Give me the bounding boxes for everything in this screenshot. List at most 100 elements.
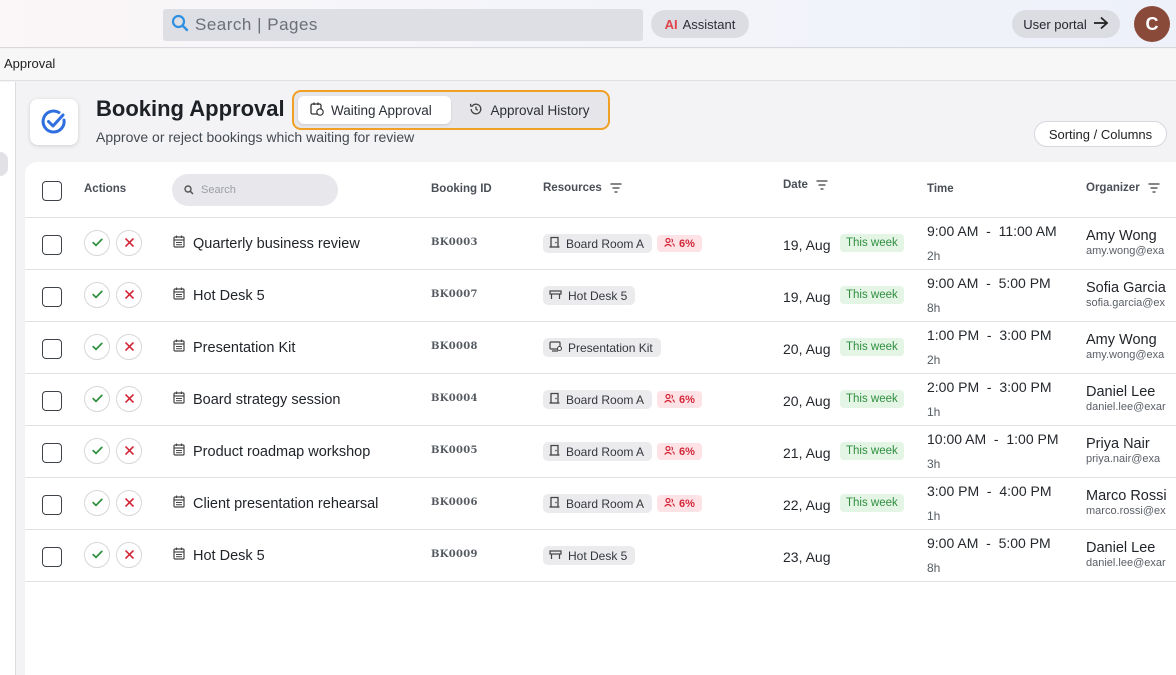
filter-icon[interactable]	[816, 180, 828, 190]
resource-chip[interactable]: Hot Desk 5	[543, 286, 636, 305]
approve-button[interactable]	[84, 282, 110, 308]
breadcrumb-item-approval[interactable]: Approval	[4, 56, 55, 71]
booking-name[interactable]: Product roadmap workshop	[173, 443, 370, 460]
row-checkbox[interactable]	[42, 339, 62, 359]
booking-name[interactable]: Quarterly business review	[173, 235, 360, 252]
organizer-email: amy.wong@exa	[1086, 349, 1165, 361]
desk-icon	[549, 549, 562, 563]
row-checkbox[interactable]	[42, 235, 62, 255]
resource-chip[interactable]: Presentation Kit	[543, 338, 661, 357]
booking-time: 9:00 AM - 5:00 PM	[927, 535, 1051, 551]
approval-tabs: Waiting Approval Approval History	[292, 90, 610, 130]
global-search-input[interactable]: Search | Pages	[163, 9, 643, 41]
resource-name: Board Room A	[566, 392, 645, 407]
resource-chip[interactable]: Board Room A	[543, 390, 653, 409]
approve-button[interactable]	[84, 542, 110, 568]
booking-date: 19, Aug	[783, 237, 831, 253]
column-date[interactable]: Date	[783, 179, 828, 191]
people-icon	[664, 445, 675, 458]
table-search-input[interactable]: Search	[172, 174, 338, 206]
select-all-checkbox[interactable]	[42, 181, 62, 201]
approve-button[interactable]	[84, 438, 110, 464]
row-checkbox[interactable]	[42, 391, 62, 411]
check-icon	[91, 286, 103, 304]
table-row[interactable]: Client presentation rehearsal BK0006 Boa…	[25, 478, 1176, 530]
resource-name: Board Room A	[566, 444, 645, 459]
assistant-label: Assistant	[682, 16, 736, 32]
approve-button[interactable]	[84, 386, 110, 412]
resource-chip[interactable]: Board Room A	[543, 442, 653, 461]
column-organizer[interactable]: Organizer	[1086, 182, 1160, 194]
table-row[interactable]: Quarterly business review BK0003 Board R…	[25, 218, 1176, 270]
booking-time: 9:00 AM - 11:00 AM	[927, 223, 1057, 239]
approve-button[interactable]	[84, 334, 110, 360]
approve-button[interactable]	[84, 490, 110, 516]
occupancy-value: 6%	[679, 393, 695, 406]
column-time[interactable]: Time	[927, 183, 954, 195]
row-checkbox[interactable]	[42, 547, 62, 567]
organizer-email: amy.wong@exa	[1086, 245, 1165, 257]
calendar-icon	[173, 287, 185, 304]
row-checkbox[interactable]	[42, 495, 62, 515]
approve-button[interactable]	[84, 230, 110, 256]
booking-duration: 3h	[927, 457, 941, 471]
booking-time: 3:00 PM - 4:00 PM	[927, 483, 1052, 499]
reject-button[interactable]	[116, 542, 142, 568]
bookings-table: Actions Search Booking ID Resources Date…	[25, 162, 1176, 675]
filter-icon[interactable]	[610, 183, 622, 193]
booking-name[interactable]: Hot Desk 5	[173, 287, 265, 304]
reject-button[interactable]	[116, 334, 142, 360]
column-booking-id[interactable]: Booking ID	[431, 183, 492, 195]
room-icon	[549, 392, 560, 407]
row-checkbox[interactable]	[42, 443, 62, 463]
panel-toggle-handle[interactable]	[0, 152, 8, 176]
resource-cell: Board Room A 6%	[543, 390, 702, 409]
booking-id: BK0009	[431, 549, 478, 560]
tab-approval-history[interactable]: Approval History	[455, 96, 604, 124]
occupancy-badge: 6%	[657, 443, 702, 460]
resource-name: Hot Desk 5	[568, 288, 628, 303]
filter-icon[interactable]	[1148, 183, 1160, 193]
resource-chip[interactable]: Board Room A	[543, 234, 653, 253]
booking-name[interactable]: Hot Desk 5	[173, 547, 265, 564]
calendar-icon	[173, 235, 185, 252]
reject-button[interactable]	[116, 490, 142, 516]
reject-button[interactable]	[116, 282, 142, 308]
calendar-clock-icon	[310, 102, 324, 119]
table-row[interactable]: Presentation Kit BK0008 Presentation Kit…	[25, 322, 1176, 374]
booking-name[interactable]: Presentation Kit	[173, 339, 295, 356]
avatar[interactable]: C	[1134, 6, 1170, 42]
resource-chip[interactable]: Hot Desk 5	[543, 546, 636, 565]
table-header: Actions Search Booking ID Resources Date…	[25, 162, 1176, 218]
ai-icon: AI	[664, 16, 678, 32]
occupancy-badge: 6%	[657, 495, 702, 512]
organizer-name: Daniel Lee	[1086, 384, 1156, 400]
table-row[interactable]: Product roadmap workshop BK0005 Board Ro…	[25, 426, 1176, 478]
check-icon	[91, 442, 103, 460]
assistant-button[interactable]: AI Assistant	[651, 10, 749, 38]
resource-chip[interactable]: Board Room A	[543, 494, 653, 513]
user-portal-button[interactable]: User portal	[1012, 10, 1120, 38]
row-checkbox[interactable]	[42, 287, 62, 307]
reject-button[interactable]	[116, 386, 142, 412]
booking-name[interactable]: Board strategy session	[173, 391, 341, 408]
table-row[interactable]: Hot Desk 5 BK0007 Hot Desk 5 19, Aug Thi…	[25, 270, 1176, 322]
booking-date: 20, Aug	[783, 341, 831, 357]
column-date-label: Date	[783, 179, 808, 191]
tab-waiting-approval[interactable]: Waiting Approval	[298, 96, 451, 124]
reject-button[interactable]	[116, 230, 142, 256]
sorting-columns-button[interactable]: Sorting / Columns	[1034, 121, 1167, 147]
calendar-icon	[173, 495, 185, 512]
room-icon	[549, 444, 560, 459]
booking-name[interactable]: Client presentation rehearsal	[173, 495, 378, 512]
table-row[interactable]: Hot Desk 5 BK0009 Hot Desk 5 23, Aug 9:0…	[25, 530, 1176, 582]
booking-name-label: Presentation Kit	[193, 339, 296, 356]
table-row[interactable]: Board strategy session BK0004 Board Room…	[25, 374, 1176, 426]
history-icon	[469, 102, 483, 119]
booking-duration: 1h	[927, 405, 941, 419]
column-resources[interactable]: Resources	[543, 182, 622, 194]
booking-time: 10:00 AM - 1:00 PM	[927, 431, 1059, 447]
calendar-icon	[173, 547, 185, 564]
check-icon	[91, 338, 103, 356]
reject-button[interactable]	[116, 438, 142, 464]
